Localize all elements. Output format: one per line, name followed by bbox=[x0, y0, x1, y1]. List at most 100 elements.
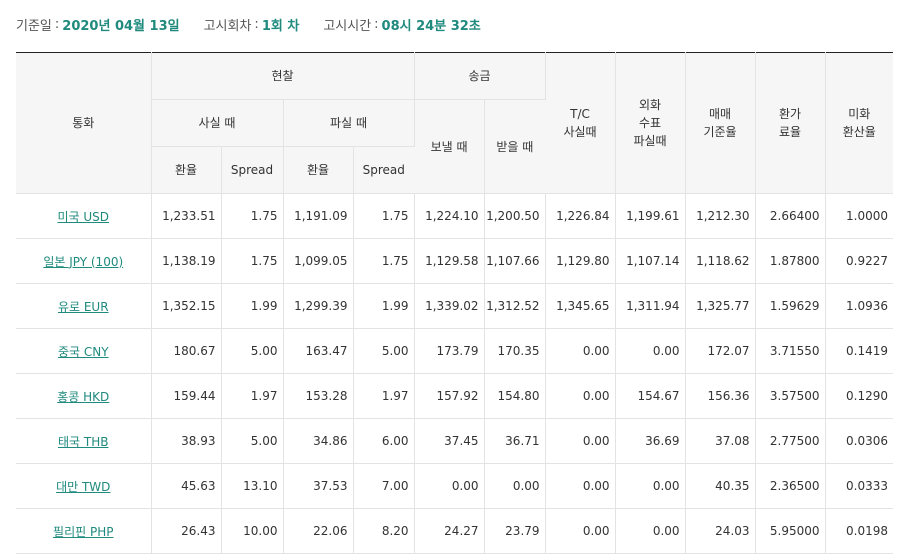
cash-sell-rate-cell: 153.28 bbox=[283, 373, 354, 419]
remit-receive-cell: 170.35 bbox=[484, 328, 546, 374]
cash-buy-spread-cell: 1.99 bbox=[221, 283, 284, 329]
cash-buy-rate-cell: 1,138.19 bbox=[151, 238, 222, 284]
table-row: 미국 USD 1,233.51 1.75 1,191.09 1.75 1,224… bbox=[16, 193, 894, 239]
table-row: 홍콩 HKD 159.44 1.97 153.28 1.97 157.92 15… bbox=[16, 373, 894, 419]
usd-conversion-cell: 1.0000 bbox=[825, 193, 894, 239]
cash-buy-spread-cell: 13.10 bbox=[221, 463, 284, 509]
table-body: 미국 USD 1,233.51 1.75 1,191.09 1.75 1,224… bbox=[16, 193, 894, 554]
cash-buy-rate-cell: 1,352.15 bbox=[151, 283, 222, 329]
remit-receive-cell: 154.80 bbox=[484, 373, 546, 419]
check-sell-cell: 36.69 bbox=[615, 418, 686, 464]
header-remit: 송금 bbox=[414, 52, 546, 100]
usd-conversion-cell: 0.0333 bbox=[825, 463, 894, 509]
header-currency: 통화 bbox=[16, 52, 152, 194]
cash-buy-spread-cell: 1.75 bbox=[221, 193, 284, 239]
remit-receive-cell: 23.79 bbox=[484, 508, 546, 554]
cash-sell-rate-cell: 1,191.09 bbox=[283, 193, 354, 239]
usd-conversion-cell: 0.0198 bbox=[825, 508, 894, 554]
cash-sell-rate-cell: 22.06 bbox=[283, 508, 354, 554]
header-tc-buy: T/C 사실때 bbox=[545, 52, 616, 194]
notice-info-bar: 기준일 : 2020년 04월 13일 고시회차 : 1회 차 고시시간 : 0… bbox=[16, 16, 481, 34]
cash-sell-spread-cell: 6.00 bbox=[353, 418, 415, 464]
tc-buy-cell: 1,226.84 bbox=[545, 193, 616, 239]
tc-buy-cell: 1,345.65 bbox=[545, 283, 616, 329]
header-cash-buy-rate: 환율 bbox=[151, 146, 222, 194]
table-row: 태국 THB 38.93 5.00 34.86 6.00 37.45 36.71… bbox=[16, 418, 894, 464]
conversion-rate-cell: 2.77500 bbox=[755, 418, 826, 464]
base-rate-cell: 24.03 bbox=[685, 508, 756, 554]
header-foreign-check-sell: 외화 수표 파실때 bbox=[615, 52, 686, 194]
cash-sell-spread-cell: 1.99 bbox=[353, 283, 415, 329]
tc-buy-cell: 0.00 bbox=[545, 463, 616, 509]
base-rate-cell: 1,212.30 bbox=[685, 193, 756, 239]
currency-link-eur[interactable]: 유로 EUR bbox=[58, 300, 109, 314]
tc-buy-cell: 0.00 bbox=[545, 373, 616, 419]
header-cash-sell: 파실 때 bbox=[283, 99, 415, 147]
conversion-rate-cell: 2.36500 bbox=[755, 463, 826, 509]
conversion-rate-cell: 1.87800 bbox=[755, 238, 826, 284]
cash-buy-rate-cell: 159.44 bbox=[151, 373, 222, 419]
check-sell-cell: 0.00 bbox=[615, 463, 686, 509]
header-cash-buy: 사실 때 bbox=[151, 99, 284, 147]
base-rate-cell: 172.07 bbox=[685, 328, 756, 374]
currency-link-thb[interactable]: 태국 THB bbox=[58, 435, 108, 449]
currency-link-php[interactable]: 필리핀 PHP bbox=[53, 525, 113, 539]
cash-sell-spread-cell: 1.97 bbox=[353, 373, 415, 419]
cash-buy-spread-cell: 1.75 bbox=[221, 238, 284, 284]
remit-receive-cell: 1,312.52 bbox=[484, 283, 546, 329]
conversion-rate-cell: 1.59629 bbox=[755, 283, 826, 329]
header-base-rate: 매매 기준율 bbox=[685, 52, 756, 194]
header-remit-send: 보낼 때 bbox=[414, 99, 485, 194]
check-sell-cell: 1,311.94 bbox=[615, 283, 686, 329]
usd-conversion-cell: 0.0306 bbox=[825, 418, 894, 464]
cash-buy-rate-cell: 38.93 bbox=[151, 418, 222, 464]
remit-send-cell: 157.92 bbox=[414, 373, 485, 419]
currency-link-twd[interactable]: 대만 TWD bbox=[56, 480, 110, 494]
currency-link-jpy[interactable]: 일본 JPY (100) bbox=[43, 255, 123, 269]
header-cash-sell-rate: 환율 bbox=[283, 146, 354, 194]
cash-buy-spread-cell: 5.00 bbox=[221, 418, 284, 464]
notice-time-value: 08시 24분 32초 bbox=[381, 18, 481, 34]
cash-sell-rate-cell: 163.47 bbox=[283, 328, 354, 374]
table-row: 유로 EUR 1,352.15 1.99 1,299.39 1.99 1,339… bbox=[16, 283, 894, 329]
usd-conversion-cell: 1.0936 bbox=[825, 283, 894, 329]
remit-receive-cell: 1,200.50 bbox=[484, 193, 546, 239]
notice-round-value: 1회 차 bbox=[261, 18, 300, 34]
currency-link-hkd[interactable]: 홍콩 HKD bbox=[57, 390, 109, 404]
table-header: 통화 현찰 송금 T/C 사실때 외화 수표 파실때 매매 기준율 환가 료율 … bbox=[16, 52, 894, 194]
cash-sell-spread-cell: 1.75 bbox=[353, 238, 415, 284]
tc-buy-cell: 0.00 bbox=[545, 418, 616, 464]
cash-sell-spread-cell: 5.00 bbox=[353, 328, 415, 374]
usd-conversion-cell: 0.9227 bbox=[825, 238, 894, 284]
usd-conversion-cell: 0.1419 bbox=[825, 328, 894, 374]
check-sell-cell: 0.00 bbox=[615, 508, 686, 554]
cash-buy-rate-cell: 45.63 bbox=[151, 463, 222, 509]
remit-send-cell: 1,339.02 bbox=[414, 283, 485, 329]
currency-link-cny[interactable]: 중국 CNY bbox=[58, 345, 109, 359]
conversion-rate-cell: 3.57500 bbox=[755, 373, 826, 419]
tc-buy-cell: 0.00 bbox=[545, 328, 616, 374]
remit-send-cell: 1,224.10 bbox=[414, 193, 485, 239]
tc-buy-cell: 0.00 bbox=[545, 508, 616, 554]
cash-sell-rate-cell: 1,299.39 bbox=[283, 283, 354, 329]
header-remit-receive: 받을 때 bbox=[484, 99, 546, 194]
currency-link-usd[interactable]: 미국 USD bbox=[57, 210, 109, 224]
check-sell-cell: 154.67 bbox=[615, 373, 686, 419]
remit-receive-cell: 1,107.66 bbox=[484, 238, 546, 284]
cash-buy-rate-cell: 26.43 bbox=[151, 508, 222, 554]
remit-send-cell: 24.27 bbox=[414, 508, 485, 554]
cash-sell-spread-cell: 1.75 bbox=[353, 193, 415, 239]
cash-buy-spread-cell: 10.00 bbox=[221, 508, 284, 554]
base-date-label: 기준일 bbox=[16, 18, 52, 34]
notice-time-label: 고시시간 bbox=[323, 18, 372, 34]
base-rate-cell: 40.35 bbox=[685, 463, 756, 509]
remit-send-cell: 1,129.58 bbox=[414, 238, 485, 284]
remit-receive-cell: 36.71 bbox=[484, 418, 546, 464]
cash-sell-rate-cell: 34.86 bbox=[283, 418, 354, 464]
table-row: 필리핀 PHP 26.43 10.00 22.06 8.20 24.27 23.… bbox=[16, 508, 894, 554]
base-date-value: 2020년 04월 13일 bbox=[62, 18, 180, 34]
cash-buy-rate-cell: 1,233.51 bbox=[151, 193, 222, 239]
remit-send-cell: 37.45 bbox=[414, 418, 485, 464]
cash-sell-spread-cell: 8.20 bbox=[353, 508, 415, 554]
notice-round-label: 고시회차 bbox=[203, 18, 252, 34]
